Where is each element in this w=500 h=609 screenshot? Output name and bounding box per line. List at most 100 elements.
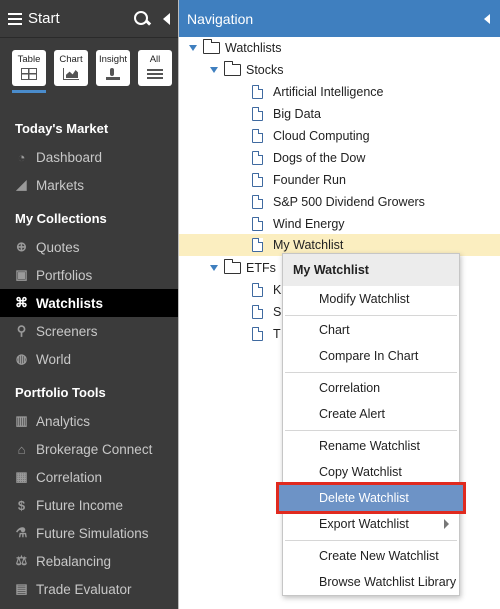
tree-item-label: S&P 500 Dividend Growers (273, 195, 425, 209)
menu-item-modify-watchlist[interactable]: Modify Watchlist (283, 286, 459, 312)
tree-folder-label: ETFs (246, 261, 276, 275)
menu-item-browse-watchlist-library[interactable]: Browse Watchlist Library (283, 569, 459, 595)
view-insight-label: Insight (99, 54, 127, 65)
markets-chart-icon: ◢ (16, 177, 27, 192)
tree-item-watchlist[interactable]: S&P 500 Dividend Growers (179, 191, 500, 213)
toolbox-icon: ▤ (15, 581, 28, 596)
sidebar-item-watchlists[interactable]: ⌘ Watchlists (0, 289, 178, 317)
chart-icon (63, 68, 79, 80)
tree-item-watchlist[interactable]: Dogs of the Dow (179, 147, 500, 169)
collapse-navigation-icon[interactable] (484, 13, 490, 24)
document-icon (252, 128, 264, 143)
navigation-title: Navigation (187, 10, 254, 27)
document-icon (252, 150, 264, 165)
folder-open-icon (202, 39, 220, 54)
sidebar-item-label: World (36, 351, 72, 367)
document-icon (252, 282, 264, 297)
menu-item-export-watchlist[interactable]: Export Watchlist (283, 511, 459, 537)
tree-item-watchlist[interactable]: Founder Run (179, 169, 500, 191)
document-icon (252, 326, 264, 341)
sidebar-section-my-collections: My Collections ⊕ Quotes ▣ Portfolios ⌘ W… (0, 209, 178, 373)
sidebar-item-markets[interactable]: ◢ Markets (0, 171, 178, 199)
view-table-button[interactable]: Table (12, 50, 46, 86)
menu-item-delete-watchlist[interactable]: Delete Watchlist (276, 482, 466, 514)
quotes-search-icon: ⊕ (16, 239, 27, 254)
context-menu-title: My Watchlist (283, 254, 459, 286)
active-view-indicator (12, 90, 46, 93)
list-icon (147, 68, 163, 80)
document-icon (252, 172, 264, 187)
magnifier-icon: ⚲ (16, 323, 27, 338)
folder-open-icon (223, 61, 241, 76)
section-title-portfolio-tools: Portfolio Tools (15, 385, 106, 400)
tree-item-label: Big Data (273, 107, 321, 121)
document-icon (252, 194, 264, 209)
sidebar: Start Table Chart Insight All Today's Ma… (0, 0, 178, 609)
menu-item-correlation[interactable]: Correlation (283, 375, 459, 401)
view-chart-button[interactable]: Chart (54, 50, 88, 86)
tree-item-label: Wind Energy (273, 217, 345, 231)
expand-caret-icon[interactable] (210, 67, 218, 73)
bar-chart-icon: ▥ (15, 413, 28, 428)
view-insight-button[interactable]: Insight (96, 50, 130, 86)
insight-icon (105, 68, 121, 80)
expand-caret-icon[interactable] (189, 45, 197, 51)
scale-icon: ⚖ (15, 553, 28, 568)
sidebar-section-portfolio-tools: Portfolio Tools ▥ Analytics ⌂ Brokerage … (0, 383, 178, 603)
view-all-button[interactable]: All (138, 50, 172, 86)
document-icon (252, 237, 264, 252)
sidebar-item-rebalancing[interactable]: ⚖ Rebalancing (0, 547, 178, 575)
dashboard-icon: ◔ (17, 149, 26, 165)
briefcase-icon: ▣ (15, 267, 28, 282)
sidebar-item-portfolios[interactable]: ▣ Portfolios (0, 261, 178, 289)
sidebar-item-label: Future Simulations (36, 525, 149, 541)
sidebar-item-trade-evaluator[interactable]: ▤ Trade Evaluator (0, 575, 178, 603)
menu-item-create-new-watchlist[interactable]: Create New Watchlist (283, 543, 459, 569)
bank-icon: ⌂ (17, 441, 26, 457)
document-icon (252, 106, 264, 121)
menu-item-create-alert[interactable]: Create Alert (283, 401, 459, 427)
sidebar-item-screeners[interactable]: ⚲ Screeners (0, 317, 178, 345)
sidebar-item-dashboard[interactable]: ◔ Dashboard (0, 143, 178, 171)
section-title-todays-market: Today's Market (15, 121, 109, 136)
sidebar-item-label: Portfolios (36, 267, 93, 283)
sidebar-item-label: Trade Evaluator (36, 581, 132, 597)
view-chart-label: Chart (59, 54, 83, 65)
sidebar-item-label: Correlation (36, 469, 103, 485)
sidebar-item-label: Screeners (36, 323, 98, 339)
tree-item-watchlist[interactable]: Cloud Computing (179, 125, 500, 147)
sidebar-item-quotes[interactable]: ⊕ Quotes (0, 233, 178, 261)
sidebar-item-future-simulations[interactable]: ⚗ Future Simulations (0, 519, 178, 547)
tree-folder-watchlists[interactable]: Watchlists (179, 37, 500, 59)
tree-folder-stocks[interactable]: Stocks (179, 59, 500, 81)
sidebar-item-brokerage-connect[interactable]: ⌂ Brokerage Connect (0, 435, 178, 463)
start-label[interactable]: Start (28, 10, 60, 27)
view-buttons: Table Chart Insight All (0, 38, 178, 86)
dollar-icon: $ (17, 497, 26, 513)
tree-item-label: T (273, 327, 281, 341)
menu-item-rename-watchlist[interactable]: Rename Watchlist (283, 433, 459, 459)
hamburger-menu-icon[interactable] (8, 12, 22, 25)
expand-caret-icon[interactable] (210, 265, 218, 271)
sidebar-header: Start (0, 0, 178, 38)
sidebar-item-label: Dashboard (36, 149, 103, 165)
sidebar-item-world[interactable]: ◍ World (0, 345, 178, 373)
sidebar-item-correlation[interactable]: ▦ Correlation (0, 463, 178, 491)
table-icon (21, 68, 37, 80)
menu-item-copy-watchlist[interactable]: Copy Watchlist (283, 459, 459, 485)
tree-item-label: Artificial Intelligence (273, 85, 384, 99)
grid-icon: ▦ (15, 469, 28, 484)
collapse-sidebar-icon[interactable] (163, 12, 170, 25)
tree-item-watchlist[interactable]: Big Data (179, 103, 500, 125)
tree-item-label: My Watchlist (273, 238, 344, 252)
sidebar-item-label: Rebalancing (36, 553, 112, 569)
sidebar-item-analytics[interactable]: ▥ Analytics (0, 407, 178, 435)
sidebar-item-future-income[interactable]: $ Future Income (0, 491, 178, 519)
tree-item-watchlist[interactable]: Wind Energy (179, 213, 500, 235)
menu-item-chart[interactable]: Chart (283, 317, 459, 343)
simulation-icon: ⚗ (15, 525, 28, 540)
tree-item-watchlist[interactable]: Artificial Intelligence (179, 81, 500, 103)
menu-item-compare-in-chart[interactable]: Compare In Chart (283, 343, 459, 369)
menu-divider (285, 372, 457, 373)
search-icon[interactable] (133, 10, 151, 28)
